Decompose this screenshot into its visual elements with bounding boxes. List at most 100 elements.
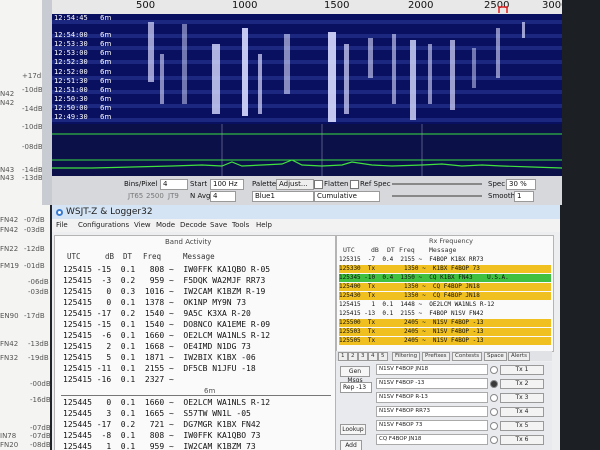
rx-row[interactable]: 125315 -7 0.4 2155 ~ F4BOP K1BX RR73 <box>339 256 551 264</box>
tx6-message[interactable]: CQ F4BOP JN18 <box>376 434 488 445</box>
band-activity-panel[interactable]: Band Activity UTC dB DT Freq Message 125… <box>54 235 336 450</box>
decode-row[interactable]: 125445 1 0.1 959 ~ IW2CAM K1BZM 73 <box>63 441 333 450</box>
waterfall-band: 6m <box>100 31 112 39</box>
tx6-radio[interactable] <box>490 436 498 444</box>
rx-row[interactable]: 125503 Tx 2405 ~ N1SV F4BOP -13 <box>339 328 551 336</box>
tx4-radio[interactable] <box>490 408 498 416</box>
add-button[interactable]: Add <box>340 440 362 450</box>
sidebar-label: -13dB <box>22 174 43 182</box>
rx-row[interactable]: 125430 Tx 1350 ~ CQ F4BOP JN18 <box>339 292 551 300</box>
decode-row[interactable]: 125415 0 0.3 1016 ~ IW2CAM K1BZM R-19 <box>63 286 333 297</box>
tx6-button[interactable]: Tx 6 <box>500 435 544 445</box>
menu-configurations[interactable]: Configurations <box>78 221 129 229</box>
smooth-spinbox[interactable]: 1 <box>514 191 534 202</box>
waterfall-timestamp: 12:54:45 <box>54 14 88 22</box>
decode-row[interactable]: 125415 0 0.1 1378 ~ OK1NP MY9N 73 <box>63 297 333 308</box>
tx5-button[interactable]: Tx 5 <box>500 421 544 431</box>
sidebar-call: FN22 <box>0 245 19 253</box>
tx2-radio[interactable] <box>490 380 498 388</box>
menu-save[interactable]: Save <box>210 221 227 229</box>
tx4-message[interactable]: N1SV F4BOP RR73 <box>376 406 488 417</box>
wide-graph-window: 500 1000 1500 2000 2500 3000 <box>42 0 562 205</box>
decode-row[interactable]: 125415 -11 0.1 2155 ~ DF5CB N1JFU -18 <box>63 363 333 374</box>
waterfall-band: 6m <box>100 68 112 76</box>
rx-row[interactable]: 125330 Tx 1350 ~ K1BX F4BOP 73 <box>339 265 551 273</box>
sidebar-label: -06dB <box>28 278 49 286</box>
tx3-button[interactable]: Tx 3 <box>500 393 544 403</box>
menu-tools[interactable]: Tools <box>232 221 249 229</box>
menu-file[interactable]: File <box>56 221 68 229</box>
sidebar-call: N43 <box>0 166 15 174</box>
tx1-button[interactable]: Tx 1 <box>500 365 544 375</box>
tab-prefixes[interactable]: Prefixes <box>422 352 450 361</box>
decode-row[interactable]: 125415 -6 0.1 1660 ~ OE2LCM WA1NLS R-12 <box>63 330 333 341</box>
decode-row[interactable]: 125415 5 0.1 1871 ~ IW2BIX K1BX -06 <box>63 352 333 363</box>
tab-2[interactable]: 2 <box>348 352 358 361</box>
tab-5[interactable]: 5 <box>378 352 388 361</box>
decode-row[interactable]: 125415 -17 0.2 1540 ~ 9A5C K3XA R-20 <box>63 308 333 319</box>
menu-view[interactable]: View <box>134 221 151 229</box>
tab-space[interactable]: Space <box>484 352 507 361</box>
sidebar-label: -01dB <box>24 262 45 270</box>
rx-row[interactable]: 125415 -13 0.1 2155 ~ F4BOP N1SV FN42 <box>339 310 551 318</box>
tab-alerts[interactable]: Alerts <box>508 352 530 361</box>
decode-row[interactable]: 125445 3 0.1 1665 ~ S57TW WN1L -05 <box>63 408 333 419</box>
tx1-message[interactable]: N1SV F4BOP JN18 <box>376 364 488 375</box>
waterfall-display[interactable]: 12:54:45 6m 12:54:00 6m 12:53:30 6m 12:5… <box>52 14 562 124</box>
tab-contests[interactable]: Contests <box>452 352 483 361</box>
rx-row[interactable]: 125345 -10 0.4 1350 ~ CQ K1BX FN43 U.S.A… <box>339 274 551 282</box>
decode-row[interactable]: 125415 -15 0.1 1540 ~ DO8NCO KA1EME R-09 <box>63 319 333 330</box>
rx-frequency-panel[interactable]: Rx Frequency UTC dB DT Freq Message 1253… <box>336 235 554 352</box>
decode-row[interactable]: 125415 -16 0.1 2327 ~ <box>63 374 333 385</box>
title-bar[interactable]: WSJT-Z & Logger32 <box>52 205 560 219</box>
monitor-bezel <box>560 0 600 450</box>
tab-4[interactable]: 4 <box>368 352 378 361</box>
refspec-checkbox[interactable] <box>350 180 359 189</box>
tx4-button[interactable]: Tx 4 <box>500 407 544 417</box>
decode-row[interactable]: 125445 -17 0.2 721 ~ DG7MGR K1BX FN42 <box>63 419 333 430</box>
jt65-label: JT65 <box>128 192 144 200</box>
decode-row[interactable]: 125415 2 0.1 1668 ~ OE4IMD N1DG 73 <box>63 341 333 352</box>
tab-filtering[interactable]: Filtering <box>392 352 421 361</box>
decode-row[interactable]: 125445 -8 0.1 808 ~ IW0FFK KA1QBO 73 <box>63 430 333 441</box>
navg-spinbox[interactable]: 4 <box>210 191 236 202</box>
start-spinbox[interactable]: 100 Hz <box>210 179 244 190</box>
tx-marker-icon[interactable] <box>498 6 508 14</box>
tx2-button[interactable]: Tx 2 <box>500 379 544 389</box>
tx5-radio[interactable] <box>490 422 498 430</box>
zero-slider[interactable] <box>392 195 482 197</box>
menu-help[interactable]: Help <box>256 221 272 229</box>
gen-msgs-button[interactable]: Gen Msgs <box>340 366 370 384</box>
report-spinbox[interactable]: Rep -13 <box>340 382 372 393</box>
decode-row[interactable]: 125415 -3 0.2 959 ~ F5DQK WA2MJF RR73 <box>63 275 333 286</box>
rx-row[interactable]: 125415 1 0.1 1448 ~ OE2LCM WA1NLS R-12 <box>339 301 551 309</box>
freq-tick-label: 500 <box>136 0 156 11</box>
adjust-button[interactable]: Adjust... <box>276 179 314 190</box>
tab-1[interactable]: 1 <box>338 352 348 361</box>
palette-select[interactable]: Blue1 <box>252 191 314 202</box>
rx-row[interactable]: 125505 Tx 2405 ~ N1SV F4BOP -13 <box>339 337 551 345</box>
spec-spinbox[interactable]: 30 % <box>506 179 536 190</box>
smooth-label: Smooth <box>488 192 516 200</box>
tx1-radio[interactable] <box>490 366 498 374</box>
tx3-radio[interactable] <box>490 394 498 402</box>
menu-mode[interactable]: Mode <box>156 221 175 229</box>
lookup-button[interactable]: Lookup <box>340 424 366 435</box>
menu-decode[interactable]: Decode <box>180 221 207 229</box>
jt65-value: 2500 <box>146 192 164 200</box>
rx-row[interactable]: 125400 Tx 1350 ~ CQ F4BOP JN18 <box>339 283 551 291</box>
tx5-message[interactable]: N1SV F4BOP 73 <box>376 420 488 431</box>
flatten-checkbox[interactable] <box>314 180 323 189</box>
decode-row[interactable]: 125415 -15 0.1 808 ~ IW0FFK KA1QBO R-05 <box>63 264 333 275</box>
bins-spinbox[interactable]: 4 <box>160 179 188 190</box>
sidebar-call: FN42 <box>0 216 19 224</box>
decode-row[interactable]: 125445 0 0.1 1660 ~ OE2LCM WA1NLS R-12 <box>63 397 333 408</box>
tab-3[interactable]: 3 <box>358 352 368 361</box>
spectrum-display[interactable] <box>52 124 562 176</box>
waterfall-band: 6m <box>100 104 112 112</box>
spectrum-mode-select[interactable]: Cumulative <box>314 191 380 202</box>
gain-slider[interactable] <box>392 183 482 185</box>
rx-row[interactable]: 125500 Tx 2405 ~ N1SV F4BOP -13 <box>339 319 551 327</box>
tx2-message[interactable]: N1SV F4BOP -13 <box>376 378 488 389</box>
tx3-message[interactable]: N1SV F4BOP R-13 <box>376 392 488 403</box>
